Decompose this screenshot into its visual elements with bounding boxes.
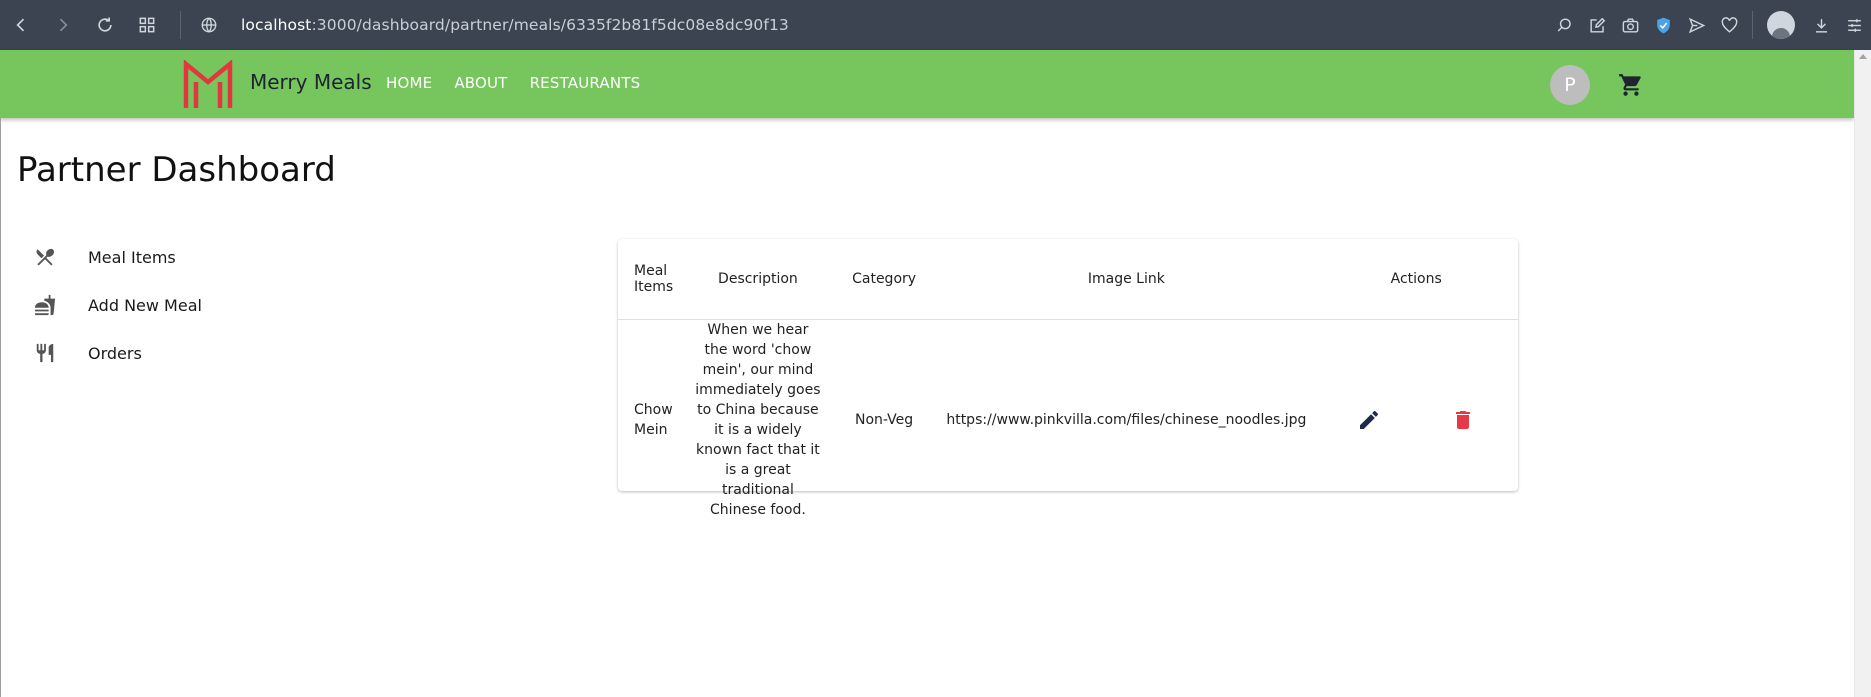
restaurant-icon [30,341,60,365]
meals-table: Meal Items Description Category Image Li… [618,239,1518,520]
download-icon [1815,18,1828,33]
url-host: localhost [241,16,312,34]
back-button[interactable] [0,0,42,50]
camera-icon [1622,17,1639,33]
browser-toolbar: localhost:3000/dashboard/partner/meals/6… [0,0,1871,50]
column-header-meal-items: Meal Items [618,239,687,320]
magnifier-icon [1557,17,1571,32]
nav-home[interactable]: HOME [386,74,432,92]
url-path: :3000/dashboard/partner/meals/6335f2b81f… [311,16,789,34]
table-row: Chow Mein When we hear the word 'chow me… [618,319,1518,520]
sidebar-item-label: Add New Meal [88,295,202,315]
favorites-button[interactable] [1713,0,1746,50]
sliders-icon [1848,18,1861,32]
delete-meal-button[interactable] [1445,402,1481,438]
pen-square-icon [1590,17,1606,33]
column-header-actions: Actions [1314,239,1518,320]
sidebar-item-orders[interactable]: Orders [30,329,450,377]
forward-button[interactable] [42,0,84,50]
profile-silhouette-icon [1772,28,1790,39]
main-nav: HOME ABOUT RESTAURANTS [386,74,640,92]
table-header-row: Meal Items Description Category Image Li… [618,239,1518,320]
merry-meals-logo[interactable] [182,59,234,110]
actions-cell [1314,319,1518,520]
edit-meal-button[interactable] [1351,402,1387,438]
grid-icon [139,17,155,33]
toolbar-divider [1752,11,1753,39]
meals-table-card: Meal Items Description Category Image Li… [618,239,1518,518]
column-header-category: Category [829,239,939,320]
user-avatar[interactable]: P [1550,65,1590,105]
shopping-cart-icon [1619,74,1641,96]
column-header-image-link: Image Link [938,239,1315,320]
meal-name-cell: Chow Mein [634,401,673,438]
heart-icon [1721,16,1738,33]
address-bar[interactable]: localhost:3000/dashboard/partner/meals/6… [191,0,789,50]
send-button[interactable] [1680,0,1713,50]
globe-icon [191,16,227,34]
screenshot-button[interactable] [1614,0,1647,50]
app-header: Merry Meals HOME ABOUT RESTAURANTS P [0,50,1854,118]
description-cell: When we hear the word 'chow mein', our m… [695,321,821,518]
url-text[interactable]: localhost:3000/dashboard/partner/meals/6… [241,16,789,34]
nav-restaurants[interactable]: RESTAURANTS [530,74,641,92]
shield-extension-button[interactable] [1647,0,1680,50]
nav-about[interactable]: ABOUT [454,74,507,92]
send-icon [1688,17,1706,33]
category-cell: Non-Veg [855,411,914,428]
forward-arrow-icon [59,18,68,32]
cart-button[interactable] [1618,72,1644,98]
browser-extensions [1548,0,1871,50]
delete-icon [1456,410,1471,429]
dashboard-sidebar: Meal Items Add New Meal Orders [30,233,450,377]
search-page-button[interactable] [1548,0,1581,50]
image-link-cell: https://www.pinkvilla.com/files/chinese_… [946,411,1307,428]
downloads-button[interactable] [1805,0,1838,50]
page-scrollbar[interactable] [1854,50,1871,697]
sidebar-item-label: Orders [88,343,142,363]
shield-check-icon [1657,17,1670,33]
reload-icon [98,17,112,32]
reload-button[interactable] [84,0,126,50]
edit-icon [1360,410,1379,429]
column-header-description: Description [686,239,830,320]
edit-page-button[interactable] [1581,0,1614,50]
toolbar-divider [180,11,181,39]
utensils-crossed-icon [30,245,60,269]
settings-button[interactable] [1838,0,1871,50]
scroll-up-arrow-icon[interactable] [1859,54,1867,59]
page-title: Partner Dashboard [17,150,336,190]
fastfood-icon [30,293,60,317]
row-actions [1322,402,1510,438]
tabs-grid-button[interactable] [126,0,168,50]
brand-name[interactable]: Merry Meals [250,70,372,94]
browser-profile-avatar[interactable] [1767,11,1795,39]
sidebar-item-meal-items[interactable]: Meal Items [30,233,450,281]
back-arrow-icon [16,18,25,32]
sidebar-item-label: Meal Items [88,247,176,267]
sidebar-item-add-new-meal[interactable]: Add New Meal [30,281,450,329]
window-left-edge [0,118,1,697]
